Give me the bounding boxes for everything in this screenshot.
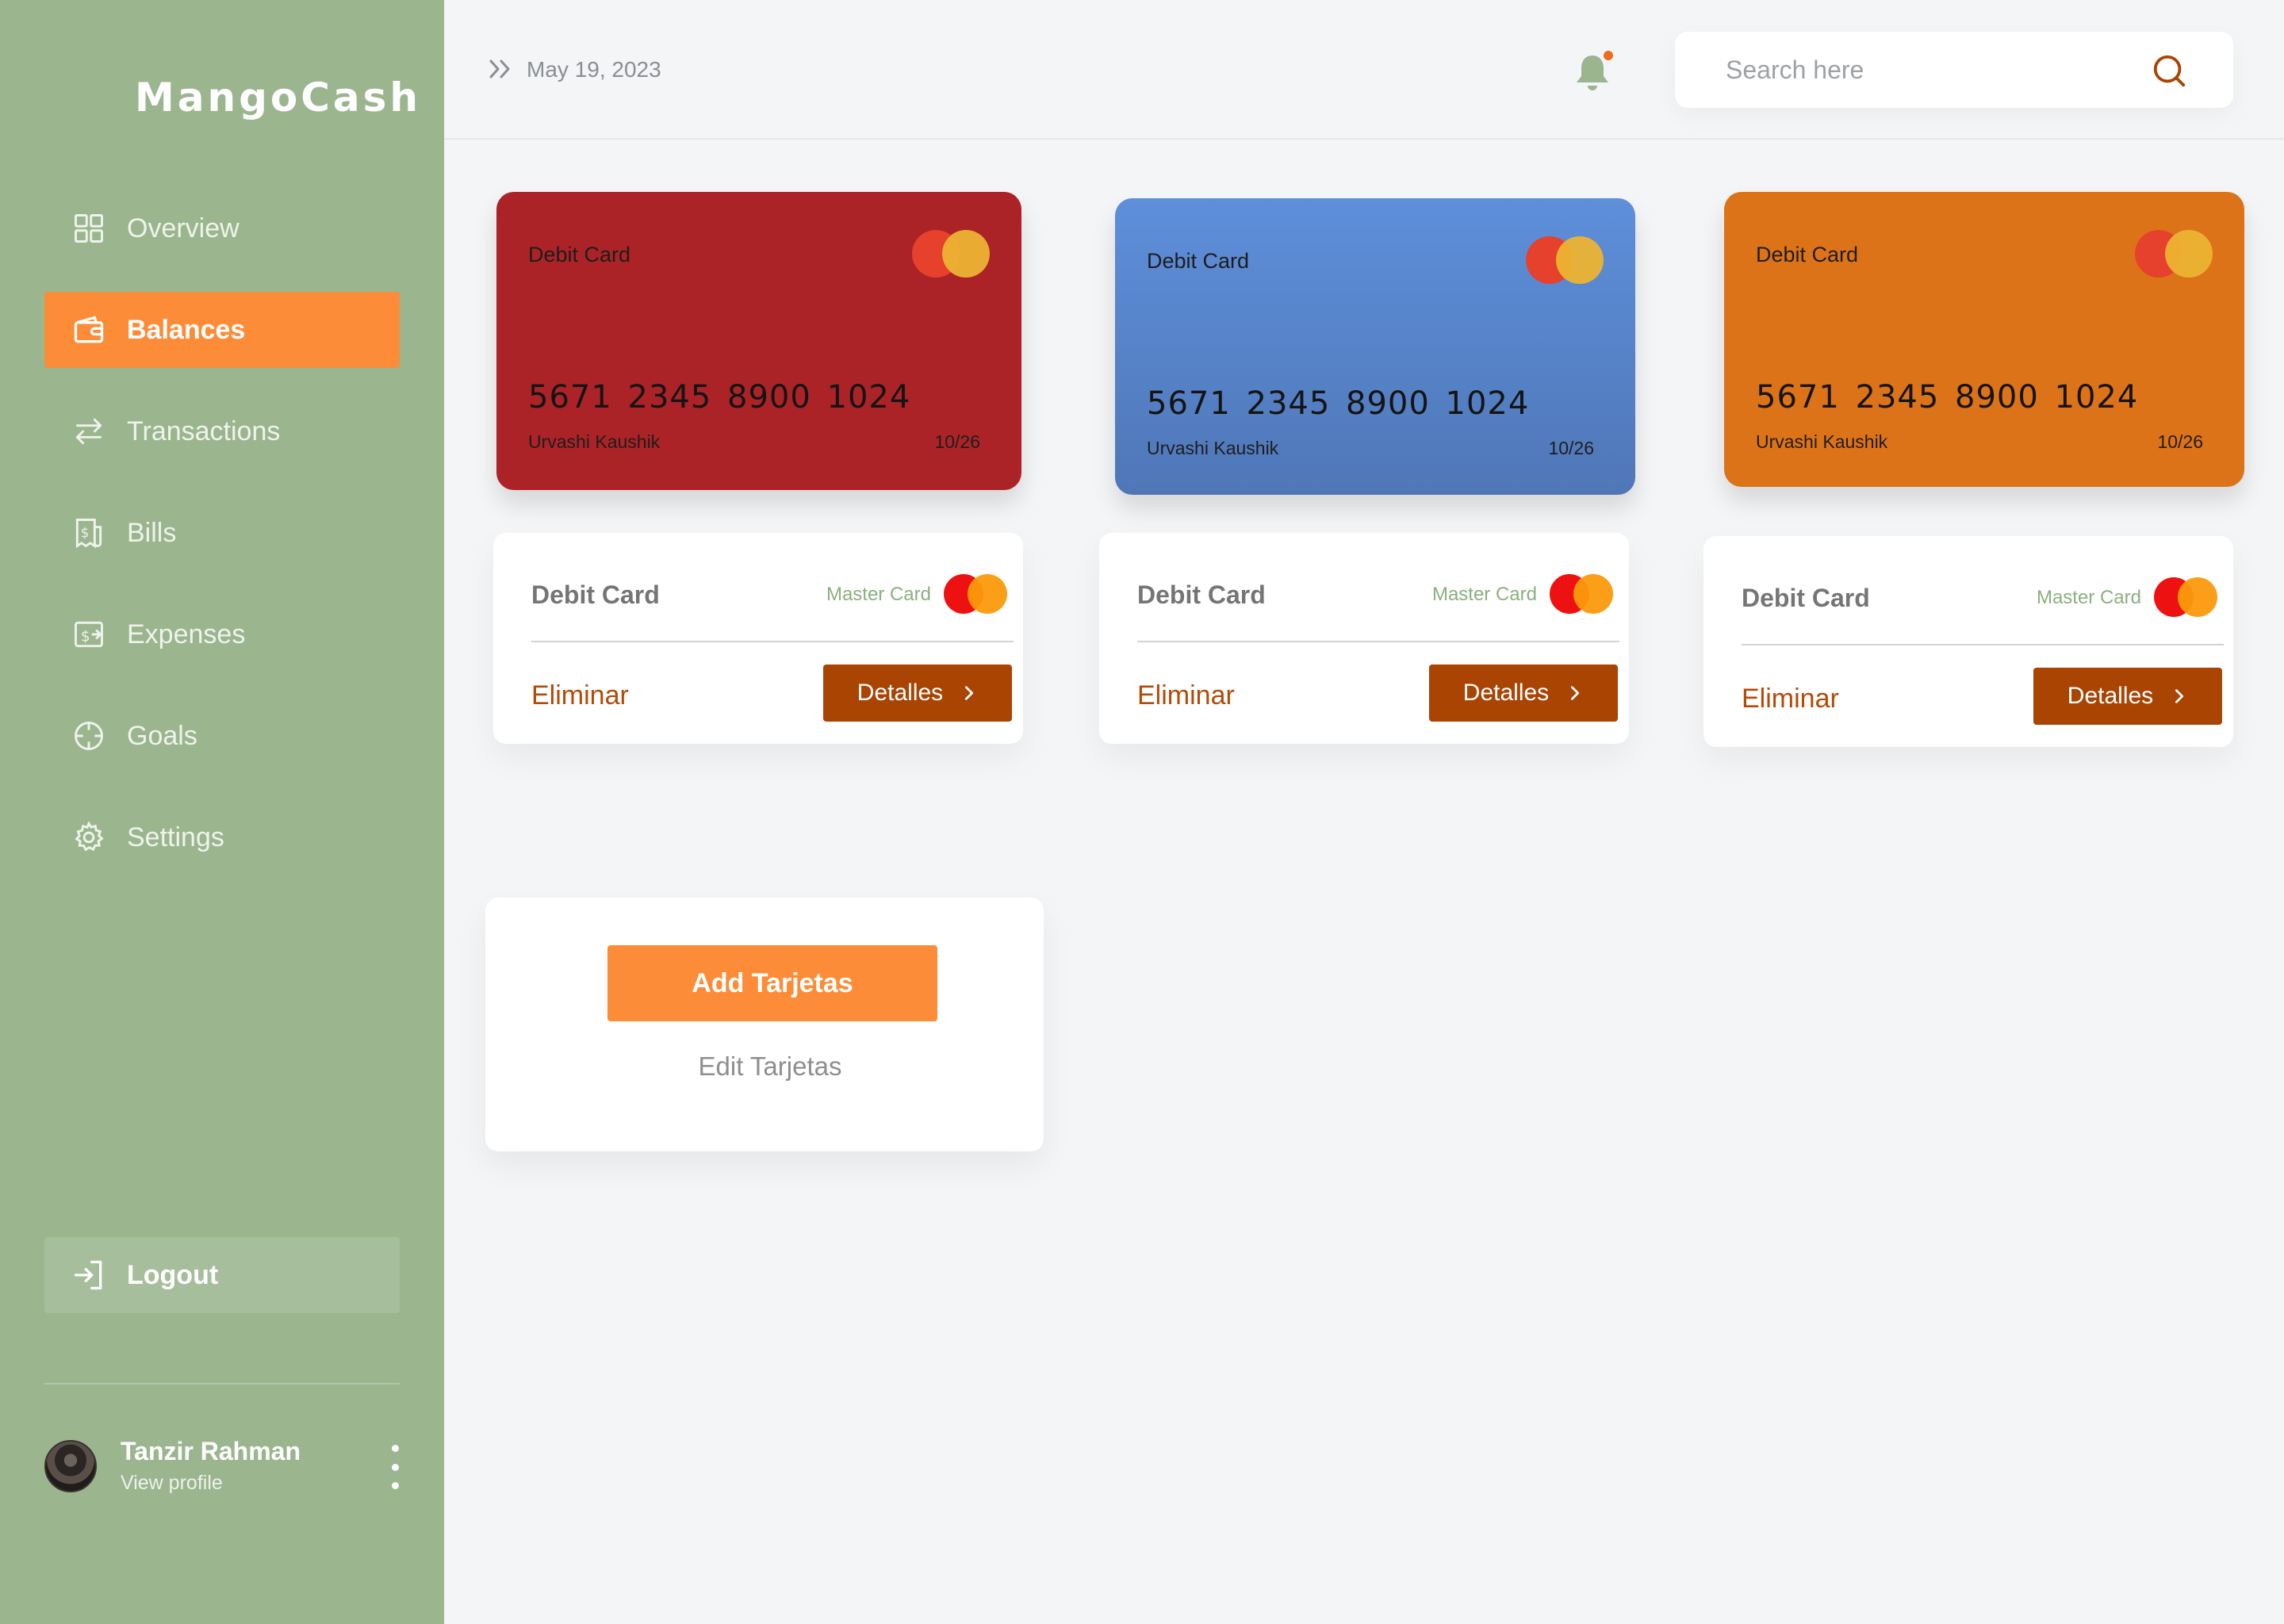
top-header: May 19, 2023	[444, 0, 2284, 140]
sidebar-item-label: Expenses	[127, 619, 246, 649]
profile-name: Tanzir Rahman	[121, 1437, 301, 1465]
card-holder: Urvashi Kaushik	[1147, 438, 1279, 458]
card-type: Debit Card	[528, 243, 631, 266]
card-number: 5671 2345 8900 1024	[1756, 379, 2139, 416]
mastercard-logo-icon	[1550, 574, 1613, 614]
double-chevron-right-icon[interactable]	[487, 57, 514, 81]
edit-cards-link[interactable]: Edit Tarjetas	[485, 1051, 1044, 1082]
chevron-right-icon	[2175, 689, 2184, 703]
panel-divider	[1742, 644, 2224, 645]
search-bar	[1675, 32, 2233, 108]
gear-icon	[44, 799, 133, 875]
card-brand: Master Card	[1431, 584, 1537, 605]
sidebar-item-goals[interactable]: Goals	[44, 698, 400, 774]
card-holder: Urvashi Kaushik	[1756, 431, 1888, 452]
details-label: Detalles	[2067, 683, 2154, 709]
mastercard-logo-icon	[2135, 230, 2213, 278]
logout-button[interactable]: Logout	[44, 1237, 400, 1313]
wallet-icon	[44, 292, 133, 368]
sidebar: MangoCash Overview Balances Transactions…	[0, 0, 444, 1624]
debit-card-orange[interactable]: Debit Card 5671 2345 8900 1024 Urvashi K…	[1724, 192, 2244, 487]
sidebar-item-settings[interactable]: Settings	[44, 799, 400, 875]
grid-icon	[44, 190, 133, 266]
card-expiry: 10/26	[2157, 431, 2203, 452]
details-button[interactable]: Detalles	[2033, 668, 2222, 725]
details-label: Detalles	[1462, 680, 1550, 706]
debit-card-blue[interactable]: Debit Card 5671 2345 8900 1024 Urvashi K…	[1115, 198, 1635, 495]
debit-card-red[interactable]: Debit Card 5671 2345 8900 1024 Urvashi K…	[496, 192, 1021, 490]
app-logo: MangoCash	[135, 75, 422, 121]
card-info-panel: Debit Card Master Card Eliminar Detalles	[1099, 533, 1629, 744]
search-input[interactable]	[1726, 51, 2138, 89]
crosshair-icon	[44, 698, 133, 774]
user-profile[interactable]: Tanzir Rahman View profile	[44, 1437, 409, 1496]
card-expiry: 10/26	[1548, 438, 1594, 458]
view-profile-link[interactable]: View profile	[121, 1472, 223, 1495]
chevron-right-icon	[965, 686, 974, 700]
card-brand: Master Card	[826, 584, 931, 605]
panel-title: Debit Card	[1137, 580, 1266, 609]
panel-title: Debit Card	[531, 580, 660, 609]
sidebar-item-label: Bills	[127, 517, 177, 548]
sidebar-item-transactions[interactable]: Transactions	[44, 393, 400, 469]
mastercard-logo-icon	[912, 230, 990, 278]
card-type: Debit Card	[1147, 249, 1250, 273]
notification-bell-icon[interactable]	[1573, 48, 1618, 94]
chevron-right-icon	[1571, 686, 1580, 700]
delete-card-link[interactable]: Eliminar	[531, 680, 629, 711]
logout-label: Logout	[127, 1259, 219, 1290]
card-number: 5671 2345 8900 1024	[528, 379, 911, 416]
sidebar-item-label: Balances	[127, 314, 246, 345]
search-icon[interactable]	[2151, 52, 2187, 89]
svg-text:$: $	[81, 628, 90, 645]
card-brand: Master Card	[2036, 587, 2141, 608]
current-date: May 19, 2023	[527, 57, 661, 82]
avatar[interactable]	[44, 1440, 97, 1492]
sidebar-item-label: Overview	[127, 213, 240, 243]
bill-icon: $	[44, 495, 133, 571]
card-expiry: 10/26	[934, 431, 980, 452]
mastercard-logo-icon	[2154, 577, 2217, 617]
card-number: 5671 2345 8900 1024	[1147, 385, 1530, 422]
delete-card-link[interactable]: Eliminar	[1137, 680, 1235, 711]
card-type: Debit Card	[1756, 243, 1859, 266]
arrows-swap-icon	[44, 393, 133, 469]
add-card-button[interactable]: Add Tarjetas	[607, 945, 937, 1021]
sidebar-item-label: Settings	[127, 822, 224, 852]
card-info-panel: Debit Card Master Card Eliminar Detalles	[1703, 536, 2233, 747]
expense-icon: $	[44, 596, 133, 672]
sidebar-item-bills[interactable]: $ Bills	[44, 495, 400, 571]
sidebar-item-expenses[interactable]: $ Expenses	[44, 596, 400, 672]
more-options-icon[interactable]	[385, 1445, 404, 1489]
card-holder: Urvashi Kaushik	[528, 431, 661, 452]
logout-icon	[44, 1237, 133, 1313]
manage-cards-panel: Add Tarjetas Edit Tarjetas	[485, 898, 1044, 1151]
sidebar-item-overview[interactable]: Overview	[44, 190, 400, 266]
details-label: Detalles	[856, 680, 944, 706]
mastercard-logo-icon	[944, 574, 1007, 614]
card-info-panel: Debit Card Master Card Eliminar Detalles	[493, 533, 1023, 744]
sidebar-item-label: Transactions	[127, 416, 281, 446]
sidebar-divider	[44, 1383, 400, 1385]
mastercard-logo-icon	[1526, 236, 1604, 284]
delete-card-link[interactable]: Eliminar	[1742, 684, 1839, 714]
sidebar-item-balances[interactable]: Balances	[44, 292, 400, 368]
details-button[interactable]: Detalles	[1429, 665, 1618, 722]
details-button[interactable]: Detalles	[823, 665, 1012, 722]
svg-text:$: $	[81, 526, 90, 541]
panel-title: Debit Card	[1742, 584, 1870, 612]
panel-divider	[1137, 641, 1619, 642]
sidebar-item-label: Goals	[127, 720, 197, 751]
panel-divider	[531, 641, 1014, 642]
